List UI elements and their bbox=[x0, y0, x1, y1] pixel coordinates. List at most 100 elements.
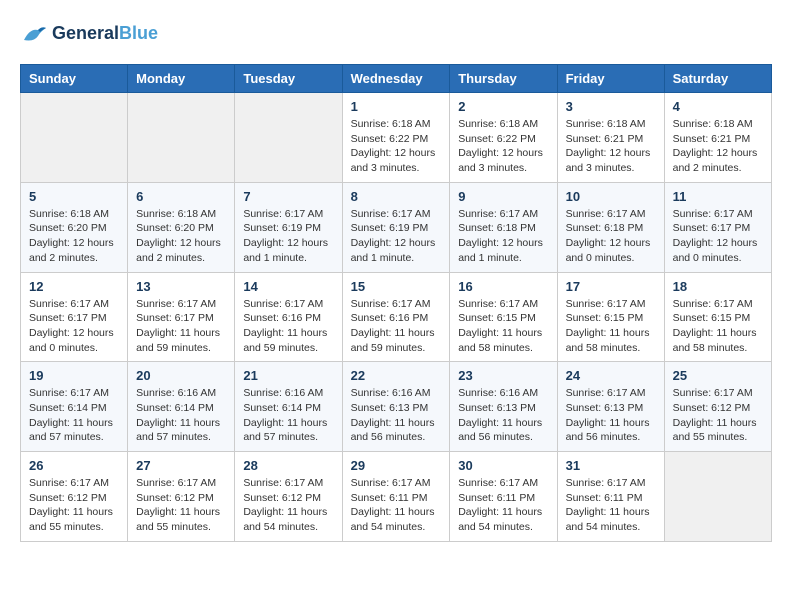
day-info: Sunrise: 6:17 AMSunset: 6:14 PMDaylight:… bbox=[29, 386, 119, 445]
day-number: 29 bbox=[351, 458, 442, 473]
calendar-cell: 2 Sunrise: 6:18 AMSunset: 6:22 PMDaylight… bbox=[450, 93, 557, 183]
day-number: 28 bbox=[243, 458, 333, 473]
calendar-week-row: 1 Sunrise: 6:18 AMSunset: 6:22 PMDaylight… bbox=[21, 93, 772, 183]
day-info: Sunrise: 6:17 AMSunset: 6:17 PMDaylight:… bbox=[673, 207, 763, 266]
calendar-week-row: 26 Sunrise: 6:17 AMSunset: 6:12 PMDayligh… bbox=[21, 452, 772, 542]
day-number: 7 bbox=[243, 189, 333, 204]
calendar-cell: 4 Sunrise: 6:18 AMSunset: 6:21 PMDaylight… bbox=[664, 93, 771, 183]
calendar-cell: 6 Sunrise: 6:18 AMSunset: 6:20 PMDaylight… bbox=[128, 182, 235, 272]
day-number: 24 bbox=[566, 368, 656, 383]
calendar-cell: 21 Sunrise: 6:16 AMSunset: 6:14 PMDayligh… bbox=[235, 362, 342, 452]
calendar-cell: 13 Sunrise: 6:17 AMSunset: 6:17 PMDayligh… bbox=[128, 272, 235, 362]
calendar-cell: 9 Sunrise: 6:17 AMSunset: 6:18 PMDaylight… bbox=[450, 182, 557, 272]
calendar-cell: 25 Sunrise: 6:17 AMSunset: 6:12 PMDayligh… bbox=[664, 362, 771, 452]
day-number: 2 bbox=[458, 99, 548, 114]
calendar-cell bbox=[128, 93, 235, 183]
calendar-cell: 8 Sunrise: 6:17 AMSunset: 6:19 PMDaylight… bbox=[342, 182, 450, 272]
day-info: Sunrise: 6:17 AMSunset: 6:12 PMDaylight:… bbox=[136, 476, 226, 535]
calendar-cell: 23Sunrise: 6:16 AMSunset: 6:13 PMDayligh… bbox=[450, 362, 557, 452]
calendar-cell: 5 Sunrise: 6:18 AMSunset: 6:20 PMDaylight… bbox=[21, 182, 128, 272]
calendar-cell: 10 Sunrise: 6:17 AMSunset: 6:18 PMDayligh… bbox=[557, 182, 664, 272]
logo-text: GeneralBlue bbox=[52, 24, 158, 44]
calendar-cell: 20Sunrise: 6:16 AMSunset: 6:14 PMDayligh… bbox=[128, 362, 235, 452]
day-number: 9 bbox=[458, 189, 548, 204]
logo: GeneralBlue bbox=[20, 20, 158, 48]
day-number: 4 bbox=[673, 99, 763, 114]
day-number: 8 bbox=[351, 189, 442, 204]
day-info: Sunrise: 6:16 AMSunset: 6:14 PMDaylight:… bbox=[243, 386, 333, 445]
day-info: Sunrise: 6:17 AMSunset: 6:12 PMDaylight:… bbox=[673, 386, 763, 445]
day-info: Sunrise: 6:17 AMSunset: 6:17 PMDaylight:… bbox=[136, 297, 226, 356]
day-number: 6 bbox=[136, 189, 226, 204]
calendar-cell: 24 Sunrise: 6:17 AMSunset: 6:13 PMDayligh… bbox=[557, 362, 664, 452]
day-info: Sunrise: 6:17 AMSunset: 6:19 PMDaylight:… bbox=[351, 207, 442, 266]
day-info: Sunrise: 6:18 AMSunset: 6:21 PMDaylight:… bbox=[566, 117, 656, 176]
weekday-header: Sunday bbox=[21, 65, 128, 93]
day-info: Sunrise: 6:17 AMSunset: 6:15 PMDaylight:… bbox=[673, 297, 763, 356]
day-number: 25 bbox=[673, 368, 763, 383]
day-info: Sunrise: 6:17 AMSunset: 6:12 PMDaylight:… bbox=[243, 476, 333, 535]
calendar-cell: 28 Sunrise: 6:17 AMSunset: 6:12 PMDayligh… bbox=[235, 452, 342, 542]
calendar-cell: 19 Sunrise: 6:17 AMSunset: 6:14 PMDayligh… bbox=[21, 362, 128, 452]
calendar-cell: 29 Sunrise: 6:17 AMSunset: 6:11 PMDayligh… bbox=[342, 452, 450, 542]
calendar-cell: 7 Sunrise: 6:17 AMSunset: 6:19 PMDaylight… bbox=[235, 182, 342, 272]
day-info: Sunrise: 6:17 AMSunset: 6:15 PMDaylight:… bbox=[566, 297, 656, 356]
day-info: Sunrise: 6:18 AMSunset: 6:20 PMDaylight:… bbox=[29, 207, 119, 266]
day-info: Sunrise: 6:17 AMSunset: 6:18 PMDaylight:… bbox=[458, 207, 548, 266]
calendar-cell: 16Sunrise: 6:17 AMSunset: 6:15 PMDayligh… bbox=[450, 272, 557, 362]
calendar-cell: 1 Sunrise: 6:18 AMSunset: 6:22 PMDaylight… bbox=[342, 93, 450, 183]
day-info: Sunrise: 6:18 AMSunset: 6:22 PMDaylight:… bbox=[458, 117, 548, 176]
day-info: Sunrise: 6:18 AMSunset: 6:21 PMDaylight:… bbox=[673, 117, 763, 176]
calendar-week-row: 5 Sunrise: 6:18 AMSunset: 6:20 PMDaylight… bbox=[21, 182, 772, 272]
day-number: 15 bbox=[351, 279, 442, 294]
day-info: Sunrise: 6:17 AMSunset: 6:11 PMDaylight:… bbox=[566, 476, 656, 535]
calendar-cell: 26 Sunrise: 6:17 AMSunset: 6:12 PMDayligh… bbox=[21, 452, 128, 542]
calendar-table: SundayMondayTuesdayWednesdayThursdayFrid… bbox=[20, 64, 772, 542]
day-number: 14 bbox=[243, 279, 333, 294]
calendar-cell: 15Sunrise: 6:17 AMSunset: 6:16 PMDayligh… bbox=[342, 272, 450, 362]
weekday-header-row: SundayMondayTuesdayWednesdayThursdayFrid… bbox=[21, 65, 772, 93]
day-number: 27 bbox=[136, 458, 226, 473]
day-number: 18 bbox=[673, 279, 763, 294]
calendar-cell: 17 Sunrise: 6:17 AMSunset: 6:15 PMDayligh… bbox=[557, 272, 664, 362]
day-info: Sunrise: 6:17 AMSunset: 6:11 PMDaylight:… bbox=[351, 476, 442, 535]
day-number: 26 bbox=[29, 458, 119, 473]
calendar-cell: 11 Sunrise: 6:17 AMSunset: 6:17 PMDayligh… bbox=[664, 182, 771, 272]
day-number: 30 bbox=[458, 458, 548, 473]
day-number: 13 bbox=[136, 279, 226, 294]
calendar-cell: 14 Sunrise: 6:17 AMSunset: 6:16 PMDayligh… bbox=[235, 272, 342, 362]
day-number: 10 bbox=[566, 189, 656, 204]
calendar-week-row: 12 Sunrise: 6:17 AMSunset: 6:17 PMDayligh… bbox=[21, 272, 772, 362]
day-info: Sunrise: 6:16 AMSunset: 6:13 PMDaylight:… bbox=[458, 386, 548, 445]
calendar-cell bbox=[235, 93, 342, 183]
logo-icon bbox=[20, 20, 48, 48]
day-info: Sunrise: 6:17 AMSunset: 6:13 PMDaylight:… bbox=[566, 386, 656, 445]
day-info: Sunrise: 6:18 AMSunset: 6:22 PMDaylight:… bbox=[351, 117, 442, 176]
day-info: Sunrise: 6:17 AMSunset: 6:19 PMDaylight:… bbox=[243, 207, 333, 266]
day-info: Sunrise: 6:17 AMSunset: 6:11 PMDaylight:… bbox=[458, 476, 548, 535]
day-number: 17 bbox=[566, 279, 656, 294]
weekday-header: Thursday bbox=[450, 65, 557, 93]
day-number: 19 bbox=[29, 368, 119, 383]
day-number: 21 bbox=[243, 368, 333, 383]
calendar-cell bbox=[21, 93, 128, 183]
day-info: Sunrise: 6:17 AMSunset: 6:12 PMDaylight:… bbox=[29, 476, 119, 535]
day-number: 12 bbox=[29, 279, 119, 294]
calendar-cell: 27 Sunrise: 6:17 AMSunset: 6:12 PMDayligh… bbox=[128, 452, 235, 542]
weekday-header: Tuesday bbox=[235, 65, 342, 93]
day-number: 1 bbox=[351, 99, 442, 114]
day-number: 20 bbox=[136, 368, 226, 383]
day-info: Sunrise: 6:17 AMSunset: 6:16 PMDaylight:… bbox=[243, 297, 333, 356]
day-number: 11 bbox=[673, 189, 763, 204]
calendar-cell: 22Sunrise: 6:16 AMSunset: 6:13 PMDayligh… bbox=[342, 362, 450, 452]
day-number: 16 bbox=[458, 279, 548, 294]
calendar-cell: 30 Sunrise: 6:17 AMSunset: 6:11 PMDayligh… bbox=[450, 452, 557, 542]
day-info: Sunrise: 6:17 AMSunset: 6:17 PMDaylight:… bbox=[29, 297, 119, 356]
day-info: Sunrise: 6:18 AMSunset: 6:20 PMDaylight:… bbox=[136, 207, 226, 266]
calendar-cell: 18 Sunrise: 6:17 AMSunset: 6:15 PMDayligh… bbox=[664, 272, 771, 362]
calendar-cell: 31Sunrise: 6:17 AMSunset: 6:11 PMDayligh… bbox=[557, 452, 664, 542]
weekday-header: Saturday bbox=[664, 65, 771, 93]
day-info: Sunrise: 6:16 AMSunset: 6:13 PMDaylight:… bbox=[351, 386, 442, 445]
day-info: Sunrise: 6:17 AMSunset: 6:18 PMDaylight:… bbox=[566, 207, 656, 266]
day-number: 5 bbox=[29, 189, 119, 204]
